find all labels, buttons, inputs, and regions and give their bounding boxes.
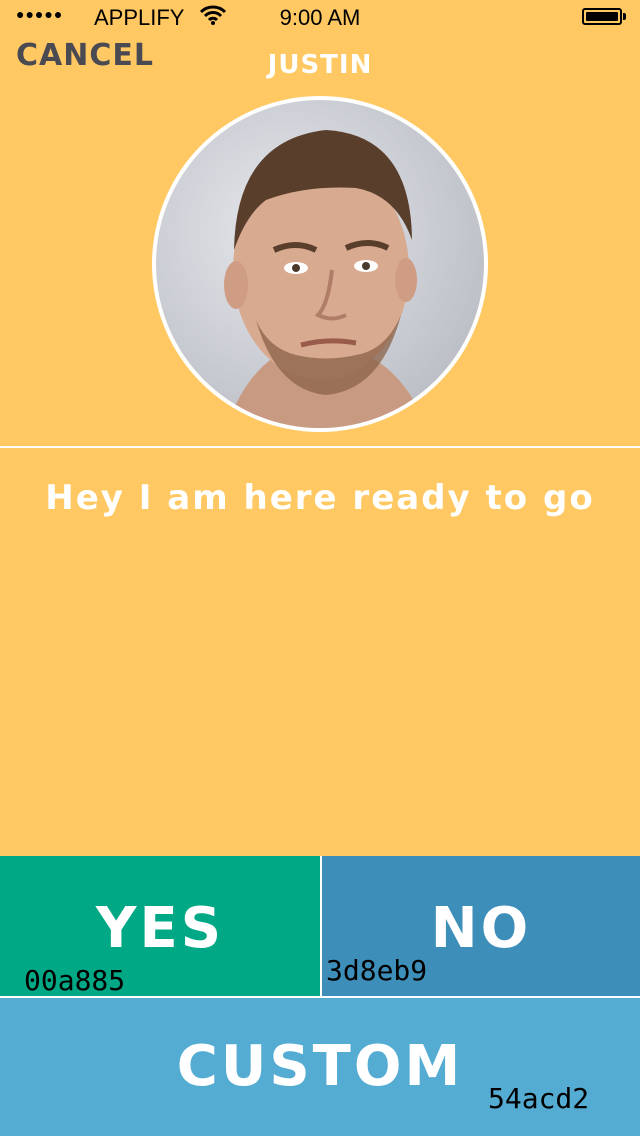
yes-label: YES: [95, 896, 225, 961]
divider: [0, 446, 640, 448]
custom-color-code: 54acd2: [488, 1082, 590, 1115]
yes-button[interactable]: YES 00a885: [0, 856, 320, 997]
avatar-photo: [156, 100, 484, 428]
contact-name: JUSTIN: [267, 50, 373, 80]
avatar: [152, 96, 488, 432]
yes-color-code: 00a885: [24, 964, 126, 997]
no-label: NO: [430, 896, 532, 961]
battery-icon: [582, 8, 622, 25]
status-time: 9:00 AM: [279, 5, 361, 30]
custom-button[interactable]: CUSTOM 54acd2: [0, 998, 640, 1136]
status-bar: ●●●●● APPLIFY 9:00 AM: [0, 0, 640, 36]
battery-nub: [623, 13, 626, 20]
no-color-code: 3d8eb9: [326, 954, 428, 987]
no-button[interactable]: NO 3d8eb9: [322, 856, 640, 996]
message-text: Hey I am here ready to go: [45, 478, 595, 518]
